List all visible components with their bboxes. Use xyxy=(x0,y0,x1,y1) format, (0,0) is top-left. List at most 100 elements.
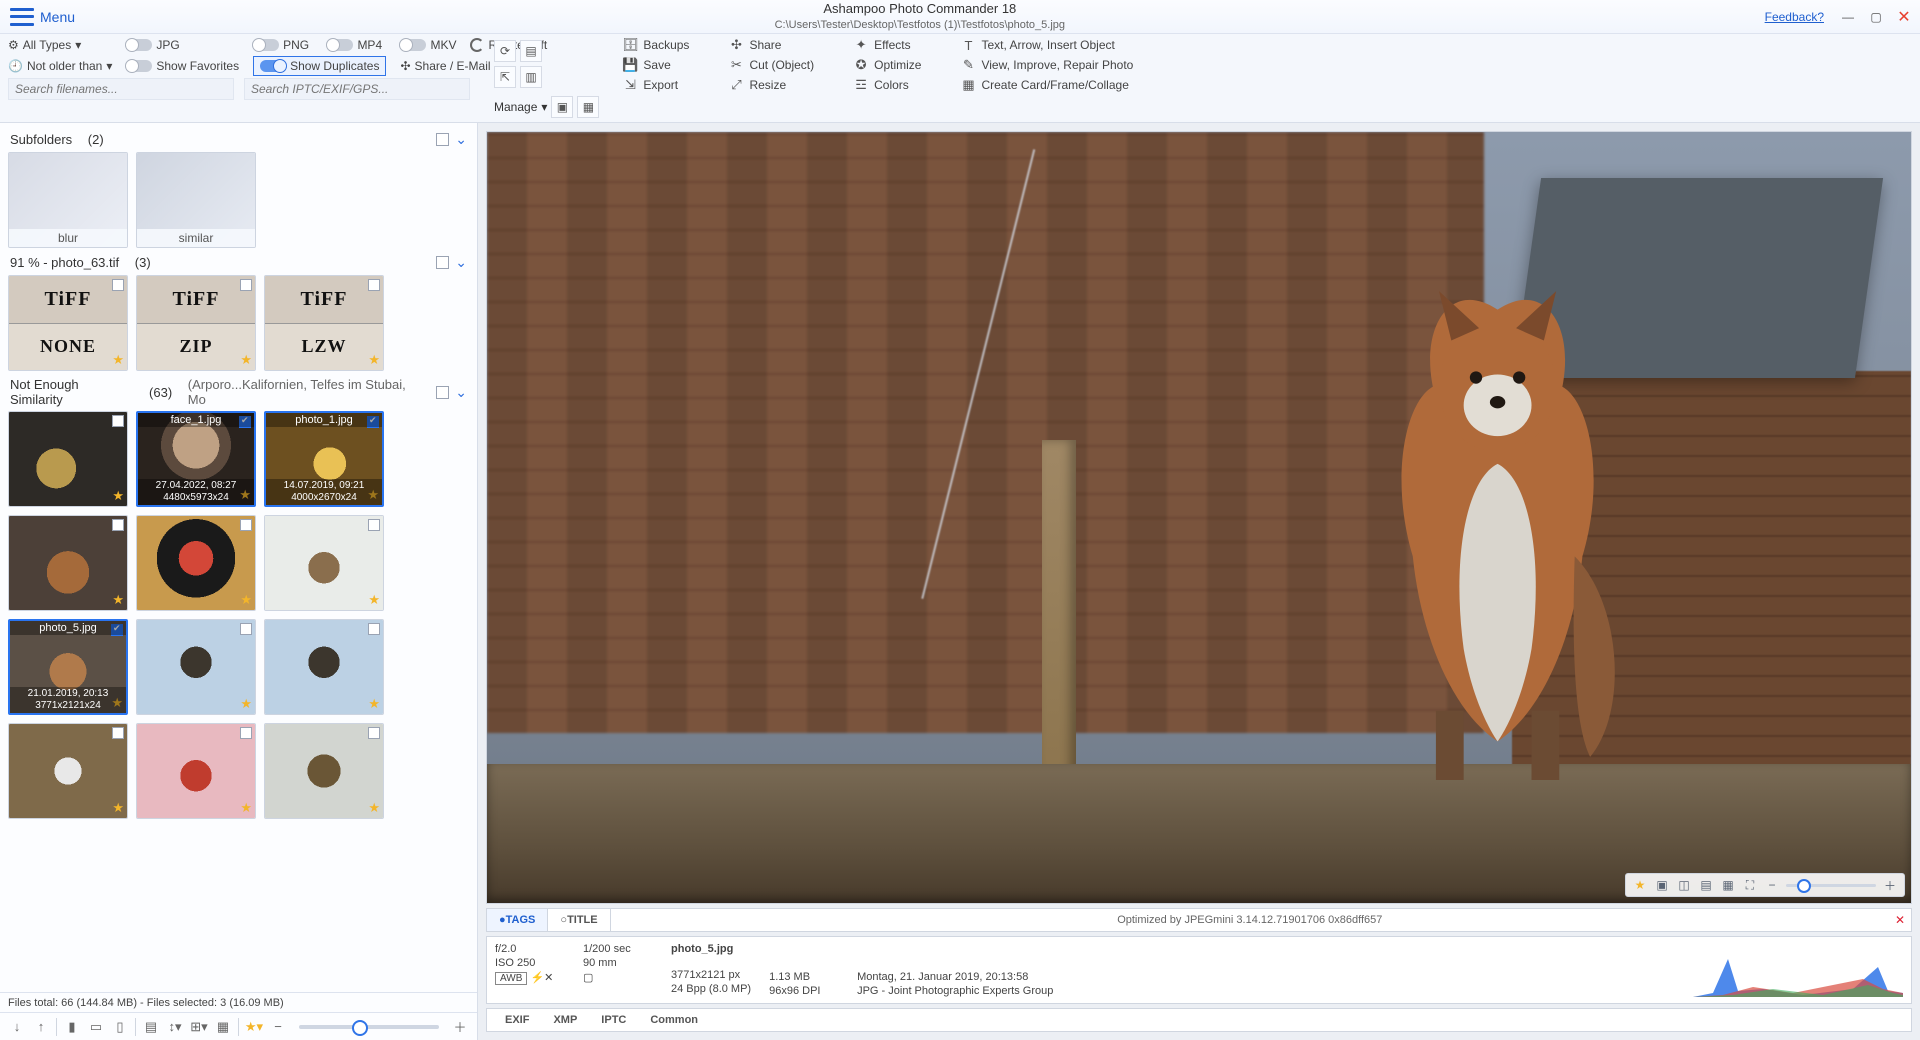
tab-iptc[interactable]: IPTC xyxy=(601,1014,626,1026)
filter-png[interactable]: PNG xyxy=(253,38,313,52)
title-center: Ashampoo Photo Commander 18 C:\Users\Tes… xyxy=(75,1,1765,32)
chevron-down-icon[interactable]: ⌄ xyxy=(455,384,467,401)
search-metadata[interactable] xyxy=(244,78,470,100)
zoom-out[interactable]: − xyxy=(269,1018,287,1036)
action-cut[interactable]: ✂Cut (Object) xyxy=(729,58,814,72)
manage-dropdown[interactable]: ▾ xyxy=(541,100,547,114)
close-button[interactable]: ✕ xyxy=(1892,7,1916,27)
thumbnail-scroll[interactable]: Subfolders (2) ⌄ blur similar 91 % - pho… xyxy=(0,123,477,992)
export-icon[interactable]: ⇱ xyxy=(494,66,516,88)
layers-icon[interactable]: ▦ xyxy=(214,1018,232,1036)
sort-icon[interactable]: ↕▾ xyxy=(166,1018,184,1036)
title-tab[interactable]: ○ TITLE xyxy=(548,909,610,931)
group-check[interactable] xyxy=(436,133,449,146)
grid-icon[interactable]: ⊞▾ xyxy=(190,1018,208,1036)
group-subfolders[interactable]: Subfolders (2) ⌄ xyxy=(8,125,469,152)
fullscreen-icon[interactable]: ⛶ xyxy=(1742,877,1758,893)
dup-thumb-zip[interactable]: TiFFZIP★ xyxy=(136,275,256,371)
tags-close[interactable]: ✕ xyxy=(1889,913,1911,927)
nav-first[interactable]: ↓ xyxy=(8,1018,26,1036)
action-backups[interactable]: 🗄Backups xyxy=(623,38,689,52)
action-colors[interactable]: ☲Colors xyxy=(854,78,921,92)
preview-image[interactable]: ★ ▣ ◫ ▤ ▦ ⛶ − ＋ xyxy=(486,131,1912,904)
resize-icon: ⤢ xyxy=(729,78,743,92)
folder-thumb-similar[interactable]: similar xyxy=(136,152,256,248)
filter-mp4[interactable]: MP4 xyxy=(327,38,386,52)
thumb-eagle2[interactable]: ★ xyxy=(264,619,384,715)
thumb-plant[interactable]: ★ xyxy=(8,411,128,507)
action-create[interactable]: ▦Create Card/Frame/Collage xyxy=(961,78,1133,92)
zoom-slider[interactable] xyxy=(1786,884,1876,887)
action-save[interactable]: 💾Save xyxy=(623,58,689,72)
star-filter[interactable]: ★▾ xyxy=(245,1018,263,1036)
tab-xmp[interactable]: XMP xyxy=(553,1014,577,1026)
nav-up[interactable]: ↑ xyxy=(32,1018,50,1036)
action-share[interactable]: ✣Share xyxy=(729,38,814,52)
filter-not-older[interactable]: 🕘 Not older than ▾ xyxy=(8,59,112,73)
tab-exif[interactable]: EXIF xyxy=(505,1014,529,1026)
manage-a[interactable]: ▣ xyxy=(551,96,573,118)
star-icon[interactable]: ★ xyxy=(1632,877,1648,893)
thumb-ladybug[interactable]: ★ xyxy=(136,515,256,611)
histogram xyxy=(1135,943,1903,997)
action-effects[interactable]: ✦Effects xyxy=(854,38,921,52)
maximize-button[interactable]: ▢ xyxy=(1864,7,1888,27)
action-text-object[interactable]: TText, Arrow, Insert Object xyxy=(961,38,1133,52)
fit-icon[interactable]: ▣ xyxy=(1654,877,1670,893)
crop-icon[interactable]: ◫ xyxy=(1676,877,1692,893)
layout-b[interactable]: ▭ xyxy=(87,1018,105,1036)
action-view-repair[interactable]: ✎View, Improve, Repair Photo xyxy=(961,58,1133,72)
dup-thumb-none[interactable]: TiFFNONE★ xyxy=(8,275,128,371)
filter-row-1: ⚙ All Types ▾ JPG PNG MP4 MKV Rotate Lef… xyxy=(8,38,470,76)
stack-icon[interactable]: ▥ xyxy=(520,66,542,88)
group-check[interactable] xyxy=(436,386,449,399)
thumb-photo-1[interactable]: ★ photo_1.jpg 14.07.2019, 09:214000x2670… xyxy=(264,411,384,507)
zoom-in-mini[interactable]: ＋ xyxy=(1882,877,1898,893)
zoom-out-mini[interactable]: − xyxy=(1764,877,1780,893)
thumb-face-1[interactable]: ★ face_1.jpg 27.04.2022, 08:274480x5973x… xyxy=(136,411,256,507)
thumb-fox-a[interactable]: ★ xyxy=(8,515,128,611)
filter-show-favorites[interactable]: Show Favorites xyxy=(126,59,239,73)
layout-a[interactable]: ▮ xyxy=(63,1018,81,1036)
search-filenames[interactable] xyxy=(8,78,234,100)
tab-common[interactable]: Common xyxy=(650,1014,698,1026)
info-dpi: 96x96 DPI xyxy=(769,985,839,997)
tags-tab[interactable]: ● TAGS xyxy=(487,909,548,931)
thumb-eagle[interactable]: ★ xyxy=(136,619,256,715)
one-to-one-icon[interactable]: ▤ xyxy=(1698,877,1714,893)
group-nes[interactable]: Not Enough Similarity (63) (Arporo...Kal… xyxy=(8,371,469,411)
chevron-down-icon[interactable]: ⌄ xyxy=(455,254,467,271)
folder-thumb-blur[interactable]: blur xyxy=(8,152,128,248)
grid-overlay-icon[interactable]: ▦ xyxy=(1720,877,1736,893)
thumb-hawk[interactable]: ★ xyxy=(264,723,384,819)
dup-thumb-lzw[interactable]: TiFFLZW★ xyxy=(264,275,384,371)
action-export[interactable]: ⇲Export xyxy=(623,78,689,92)
chevron-down-icon[interactable]: ⌄ xyxy=(455,131,467,148)
zoom-in[interactable]: ＋ xyxy=(451,1018,469,1036)
filter-jpg[interactable]: JPG xyxy=(126,38,239,52)
preview-panel: ★ ▣ ◫ ▤ ▦ ⛶ − ＋ ● TAGS ○ TITLE Optimized… xyxy=(478,123,1920,1040)
filter-all-types[interactable]: ⚙ All Types ▾ xyxy=(8,38,112,52)
thumb-size-slider[interactable] xyxy=(299,1025,439,1029)
group-duplicates[interactable]: 91 % - photo_63.tif (3) ⌄ xyxy=(8,248,469,275)
tree-icon[interactable]: ▤ xyxy=(142,1018,160,1036)
thumb-photo-5[interactable]: ★ photo_5.jpg 21.01.2019, 20:133771x2121… xyxy=(8,619,128,715)
thumb-cat[interactable]: ★ xyxy=(264,515,384,611)
menu-button[interactable]: Menu xyxy=(40,9,75,25)
filter-mkv[interactable]: MKV xyxy=(400,38,456,52)
layout-c[interactable]: ▯ xyxy=(111,1018,129,1036)
action-optimize[interactable]: ✪Optimize xyxy=(854,58,921,72)
menu-icon[interactable] xyxy=(10,8,34,26)
filter-show-duplicates[interactable]: Show Duplicates xyxy=(253,56,386,76)
thumb-gull[interactable]: ★ xyxy=(8,723,128,819)
action-resize[interactable]: ⤢Resize xyxy=(729,78,814,92)
minimize-button[interactable]: — xyxy=(1836,7,1860,27)
info-row: f/2.0 ISO 250 AWB ⚡✕ 1/200 sec 90 mm ▢ p… xyxy=(486,936,1912,1004)
group-check[interactable] xyxy=(436,256,449,269)
manage-b[interactable]: ▦ xyxy=(577,96,599,118)
titlebar: Menu Ashampoo Photo Commander 18 C:\User… xyxy=(0,0,1920,34)
page-icon[interactable]: ▤ xyxy=(520,40,542,62)
thumb-ladybug2[interactable]: ★ xyxy=(136,723,256,819)
refresh-button[interactable]: ⟳ xyxy=(494,40,516,62)
feedback-link[interactable]: Feedback? xyxy=(1765,10,1824,24)
